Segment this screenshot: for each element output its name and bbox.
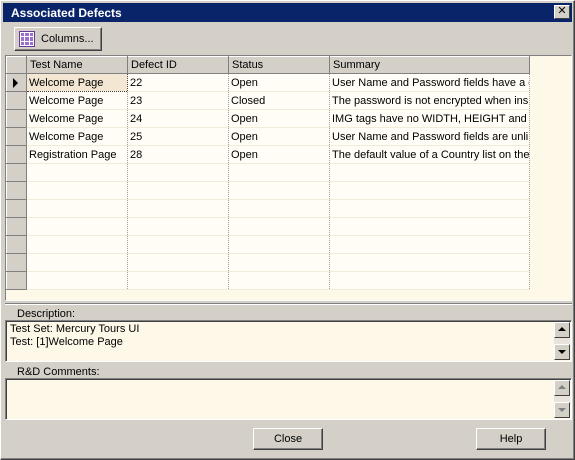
description-scrollbar[interactable] [554,322,570,360]
row-selector[interactable] [6,127,27,146]
empty-row [6,235,530,254]
comments-scrollbar[interactable] [554,380,570,418]
scroll-up-button[interactable] [554,322,570,338]
grid-empty-area [529,56,571,300]
columns-icon [19,31,35,47]
rd-comments-label: R&D Comments: [17,366,100,378]
cell-test-name[interactable]: Welcome Page [26,73,128,92]
column-header-status[interactable]: Status [228,56,330,74]
columns-button-label: Columns... [41,33,94,45]
cell-defect-id[interactable]: 28 [127,145,229,164]
table-row[interactable]: Welcome Page 22 Open User Name and Passw… [6,73,530,92]
arrow-down-icon [558,408,566,412]
defects-table: Test Name Defect ID Status Summary Welco… [6,56,530,290]
arrow-up-icon [558,327,566,331]
empty-row [6,163,530,182]
row-selector[interactable] [6,109,27,128]
scroll-down-button[interactable] [554,344,570,360]
cell-defect-id[interactable]: 22 [127,73,229,92]
title-bar[interactable]: Associated Defects ✕ [3,3,572,22]
description-line-2: Test: [1]Welcome Page [10,336,123,348]
cell-status[interactable]: Closed [228,91,330,110]
cell-defect-id[interactable]: 24 [127,109,229,128]
cell-summary[interactable]: User Name and Password fields have a d [329,73,530,92]
associated-defects-dialog: Associated Defects ✕ Columns... Test Nam… [0,0,575,460]
defects-grid[interactable]: Test Name Defect ID Status Summary Welco… [5,55,572,301]
cell-test-name[interactable]: Welcome Page [26,109,128,128]
empty-row [6,199,530,218]
current-row-arrow-icon [13,77,18,88]
cell-test-name[interactable]: Registration Page [26,145,128,164]
cell-status[interactable]: Open [228,145,330,164]
empty-row [6,253,530,272]
cell-status[interactable]: Open [228,73,330,92]
description-line-1: Test Set: Mercury Tours UI [10,323,140,335]
empty-row [6,217,530,236]
column-header-summary[interactable]: Summary [329,56,530,74]
cell-defect-id[interactable]: 23 [127,91,229,110]
empty-row [6,181,530,200]
empty-row [6,271,530,290]
cell-status[interactable]: Open [228,109,330,128]
cell-summary[interactable]: The password is not encrypted when ins [329,91,530,110]
table-row[interactable]: Welcome Page 24 Open IMG tags have no WI… [6,109,530,128]
scroll-up-button[interactable] [554,380,570,396]
column-header-defect-id[interactable]: Defect ID [127,56,229,74]
column-header-test-name[interactable]: Test Name [26,56,128,74]
table-row[interactable]: Registration Page 28 Open The default va… [6,145,530,164]
description-label: Description: [17,308,76,320]
cell-summary[interactable]: User Name and Password fields are unlin [329,127,530,146]
description-field[interactable]: Test Set: Mercury Tours UI Test: [1]Welc… [5,320,572,362]
table-row[interactable]: Welcome Page 23 Closed The password is n… [6,91,530,110]
rd-comments-field[interactable] [5,378,572,420]
close-window-button[interactable]: ✕ [554,5,570,19]
help-button[interactable]: Help [476,428,546,450]
splitter[interactable] [5,303,572,305]
cell-summary[interactable]: IMG tags have no WIDTH, HEIGHT and AL [329,109,530,128]
row-selector[interactable] [6,91,27,110]
columns-button[interactable]: Columns... [14,27,102,51]
cell-summary[interactable]: The default value of a Country list on t… [329,145,530,164]
cell-test-name[interactable]: Welcome Page [26,127,128,146]
cell-test-name[interactable]: Welcome Page [26,91,128,110]
row-selector[interactable] [6,145,27,164]
row-header-corner [6,56,27,74]
cell-status[interactable]: Open [228,127,330,146]
arrow-down-icon [558,350,566,354]
arrow-up-icon [558,385,566,389]
close-icon: ✕ [557,5,567,17]
row-selector[interactable] [6,73,27,92]
cell-defect-id[interactable]: 25 [127,127,229,146]
close-button[interactable]: Close [253,428,323,450]
table-row[interactable]: Welcome Page 25 Open User Name and Passw… [6,127,530,146]
dialog-title: Associated Defects [11,5,122,20]
scroll-down-button[interactable] [554,402,570,418]
